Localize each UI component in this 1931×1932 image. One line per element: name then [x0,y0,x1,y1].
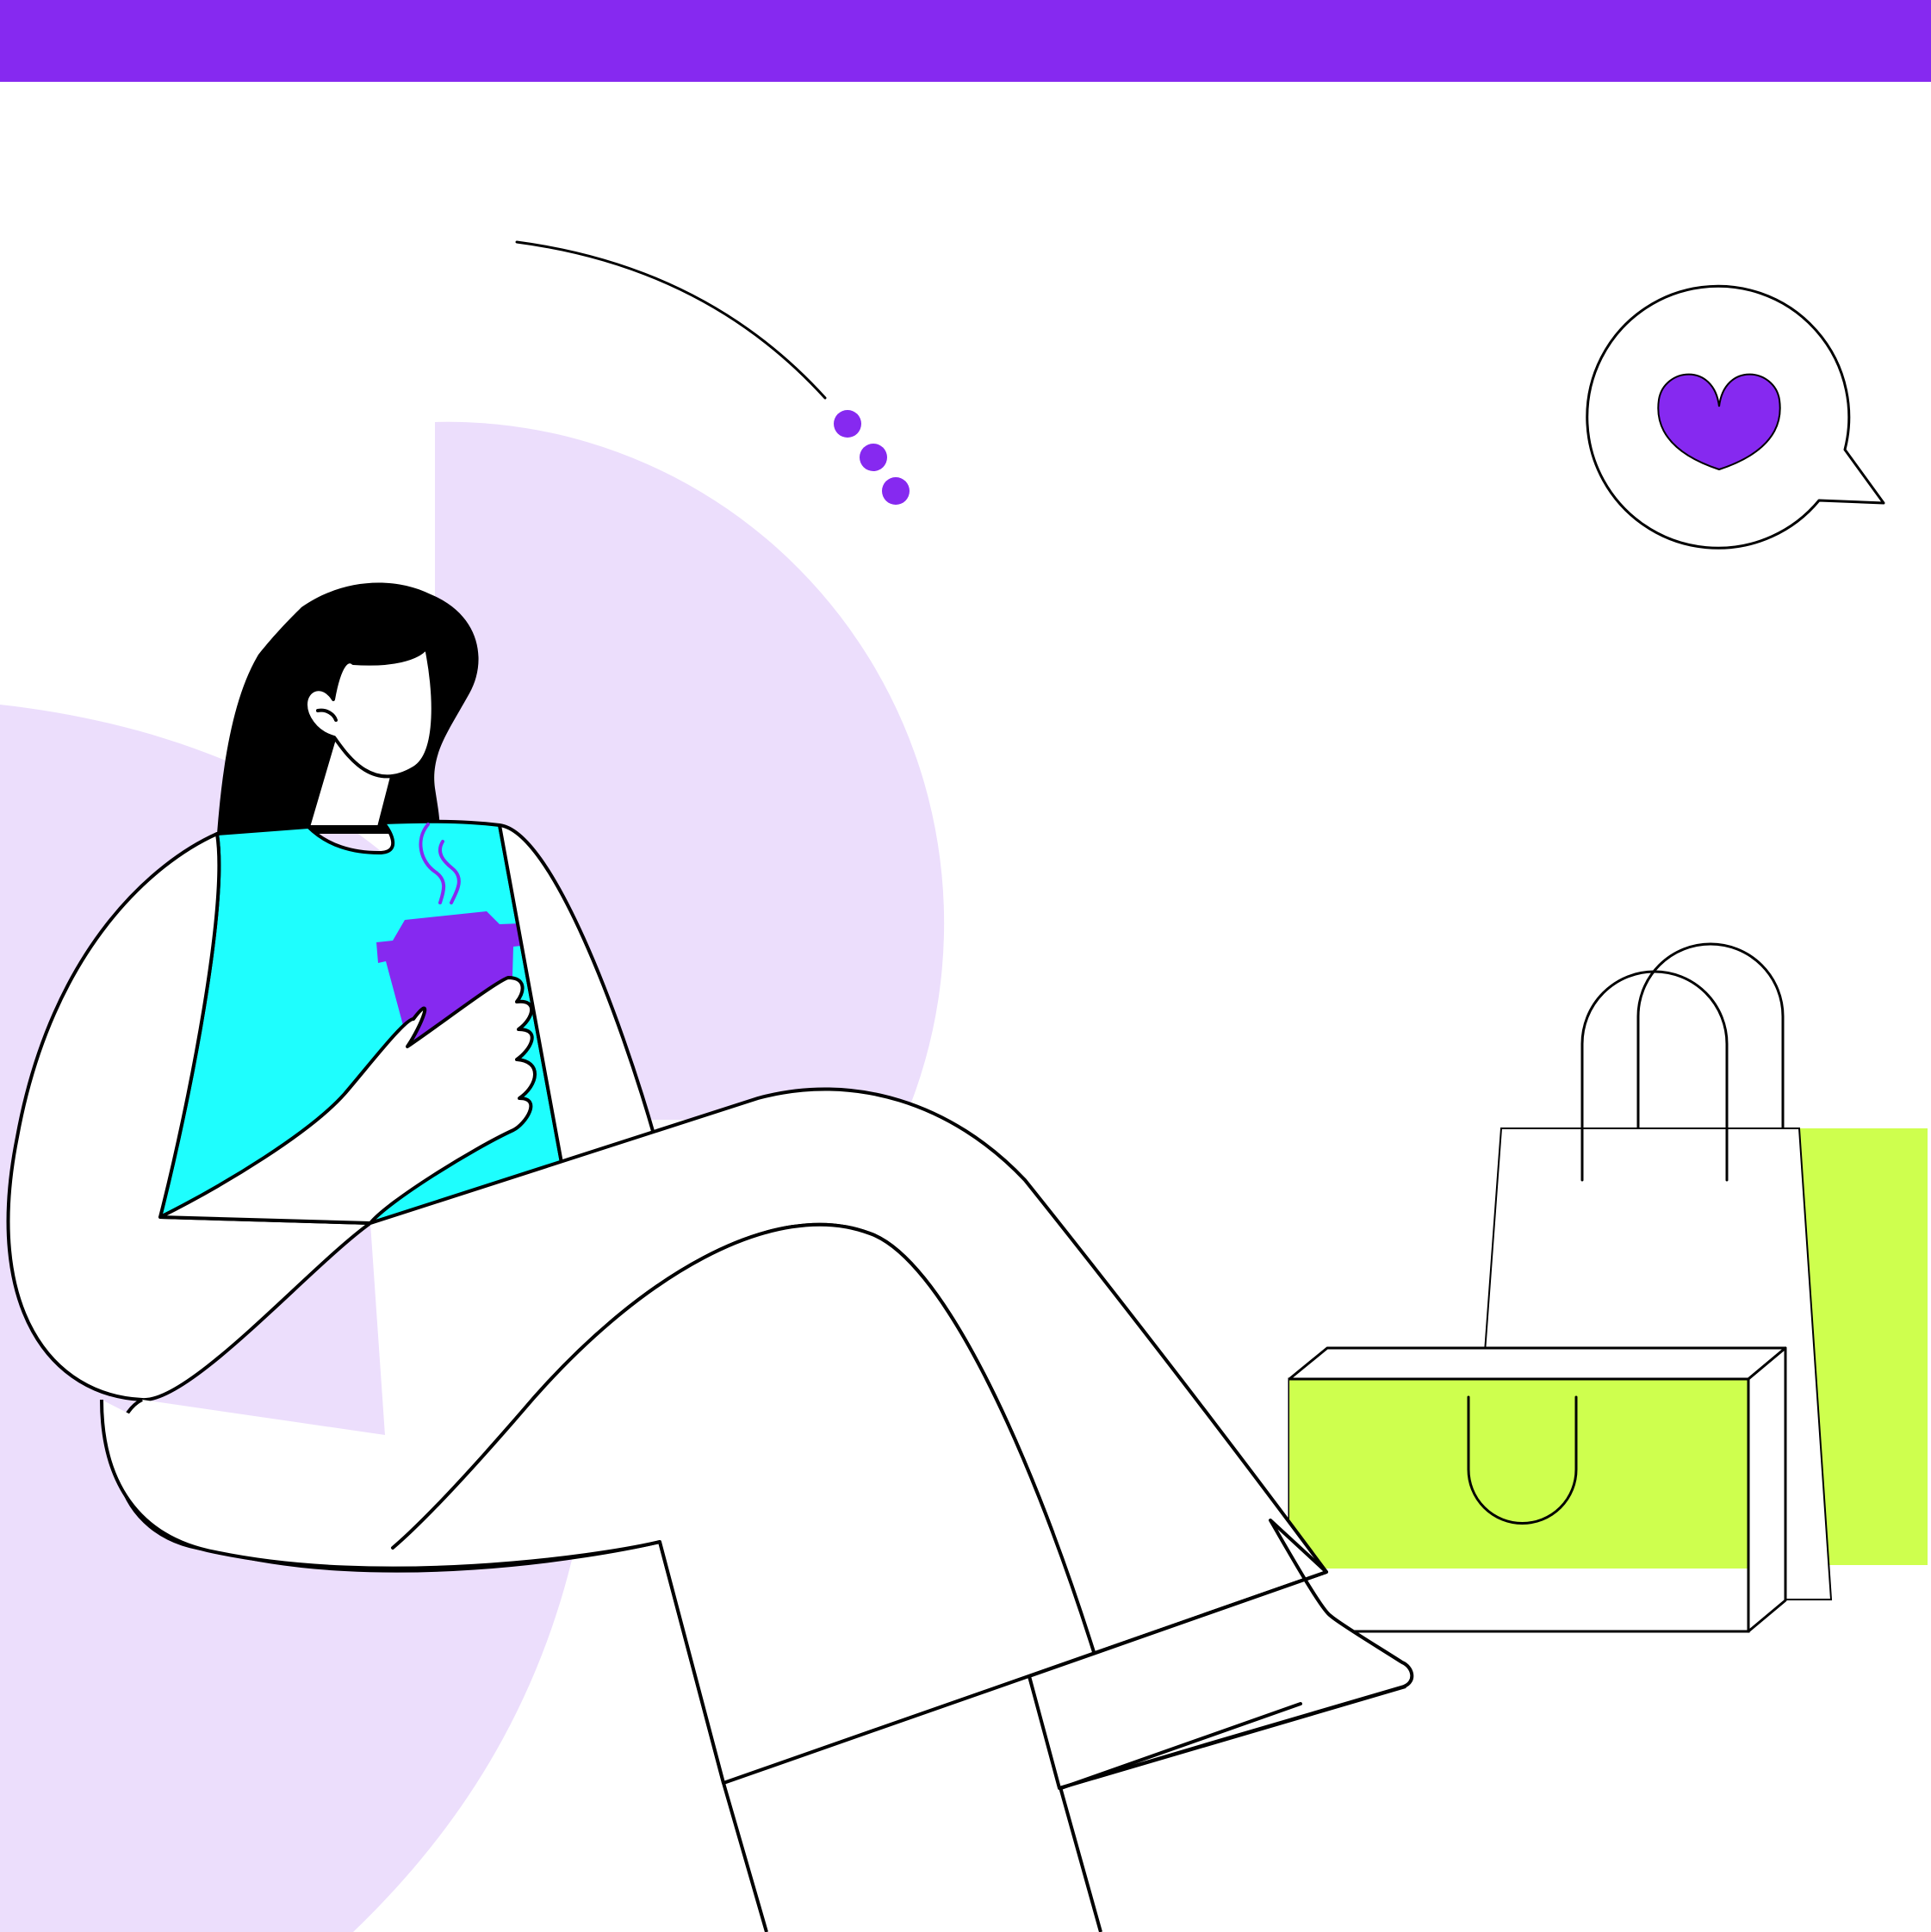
thought-dot-1 [834,410,861,438]
illustration [0,0,1931,1932]
thought-dot-3 [882,477,910,505]
top-banner-bar [0,0,1931,82]
thought-arc [515,240,827,400]
box-top [1288,1346,1787,1381]
thought-dot-2 [860,444,887,471]
box-side [1747,1346,1787,1633]
box-front-lime [1289,1379,1748,1569]
gift-box-icon [1288,1346,1787,1633]
speech-bubble-icon [1586,284,1885,550]
